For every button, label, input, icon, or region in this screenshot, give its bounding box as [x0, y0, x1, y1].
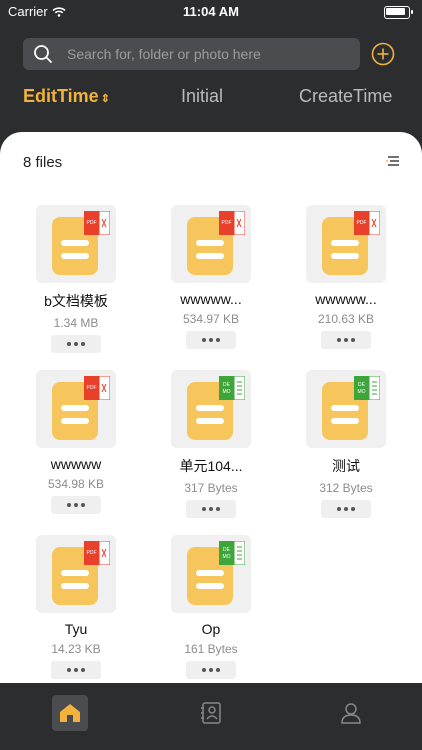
- file-thumbnail[interactable]: DE MO: [171, 370, 251, 448]
- file-thumbnail[interactable]: DE MO: [171, 535, 251, 613]
- file-size: 161 Bytes: [184, 642, 238, 656]
- profile-icon: [341, 703, 361, 724]
- tab-bar: [0, 683, 422, 750]
- file-name: Op: [201, 621, 221, 637]
- file-card[interactable]: PDF Tyu 14.23 KB: [16, 535, 136, 679]
- status-bar: Carrier 11:04 AM: [0, 0, 422, 24]
- demo-badge-icon: DEMO: [219, 376, 245, 400]
- file-size: 534.97 KB: [182, 312, 240, 326]
- more-options-button[interactable]: [51, 335, 101, 353]
- file-size: 534.98 KB: [47, 477, 105, 491]
- tab-edittime[interactable]: EditTime ⇕: [23, 86, 110, 107]
- add-icon[interactable]: [371, 42, 395, 66]
- search-input[interactable]: Search for, folder or photo here: [67, 46, 261, 62]
- clock: 11:04 AM: [183, 4, 239, 19]
- more-options-button[interactable]: [186, 500, 236, 518]
- pdf-badge-icon: PDF: [354, 211, 380, 235]
- file-thumbnail[interactable]: PDF: [36, 535, 116, 613]
- file-card[interactable]: PDF b文档模板 1.34 MB: [16, 205, 136, 353]
- file-card[interactable]: DE MO 测试 312 Bytes: [286, 370, 406, 518]
- more-options-button[interactable]: [321, 331, 371, 349]
- file-size: 210.63 KB: [317, 312, 375, 326]
- home-icon: [60, 704, 80, 722]
- file-size: 317 Bytes: [184, 481, 238, 495]
- sort-toggle-icon: ⇕: [100, 93, 110, 105]
- tab-edittime-label: EditTime: [23, 86, 99, 106]
- file-thumbnail[interactable]: PDF: [306, 205, 386, 283]
- search-icon: [34, 45, 52, 63]
- file-name: wwwww...: [180, 291, 242, 307]
- tab-createtime[interactable]: CreateTime: [299, 86, 392, 107]
- list-view-icon[interactable]: [386, 155, 400, 169]
- file-card[interactable]: PDF wwwww... 210.63 KB: [286, 205, 406, 349]
- file-name: b文档模板: [44, 293, 108, 309]
- svg-text:PDF: PDF: [87, 220, 97, 226]
- search-bar[interactable]: Search for, folder or photo here: [23, 38, 360, 70]
- contacts-icon: [201, 702, 221, 724]
- file-size: 1.34 MB: [53, 316, 99, 330]
- tab-home[interactable]: [52, 695, 88, 731]
- pdf-badge-icon: PDF: [84, 376, 110, 400]
- file-name: 测试: [332, 458, 360, 474]
- more-options-button[interactable]: [51, 661, 101, 679]
- svg-text:MO: MO: [222, 554, 230, 560]
- tab-initial[interactable]: Initial: [181, 86, 223, 107]
- file-card[interactable]: PDF wwwww... 534.97 KB: [151, 205, 271, 349]
- battery-icon: [384, 6, 413, 19]
- pdf-badge-icon: PDF: [84, 211, 110, 235]
- svg-text:PDF: PDF: [357, 220, 367, 226]
- more-options-button[interactable]: [321, 500, 371, 518]
- file-thumbnail[interactable]: PDF: [36, 370, 116, 448]
- svg-text:DE: DE: [223, 547, 231, 553]
- file-thumbnail[interactable]: PDF: [36, 205, 116, 283]
- file-card[interactable]: PDF wwwww 534.98 KB: [16, 370, 136, 514]
- file-size: 312 Bytes: [319, 481, 373, 495]
- file-thumbnail[interactable]: DE MO: [306, 370, 386, 448]
- pdf-badge-icon: PDF: [84, 541, 110, 565]
- tab-contacts[interactable]: [193, 695, 229, 731]
- more-options-button[interactable]: [186, 331, 236, 349]
- tab-profile[interactable]: [333, 695, 369, 731]
- demo-badge-icon: DEMO: [354, 376, 380, 400]
- file-name: Tyu: [64, 621, 88, 637]
- file-name: wwwww: [50, 456, 102, 472]
- svg-text:MO: MO: [222, 389, 230, 395]
- file-size: 14.23 KB: [51, 642, 101, 656]
- file-count: 8 files: [23, 154, 63, 171]
- sort-tabs: EditTime ⇕ Initial CreateTime: [0, 86, 422, 110]
- svg-text:DE: DE: [358, 382, 366, 388]
- pdf-badge-icon: PDF: [219, 211, 245, 235]
- file-thumbnail[interactable]: PDF: [171, 205, 251, 283]
- more-options-button[interactable]: [51, 496, 101, 514]
- file-card[interactable]: DE MO Op 161 Bytes: [151, 535, 271, 679]
- svg-text:PDF: PDF: [87, 550, 97, 556]
- svg-text:PDF: PDF: [222, 220, 232, 226]
- svg-text:MO: MO: [357, 389, 365, 395]
- file-card[interactable]: DE MO 单元104... 317 Bytes: [151, 370, 271, 518]
- file-name: wwwww...: [315, 291, 377, 307]
- more-options-button[interactable]: [186, 661, 236, 679]
- demo-badge-icon: DEMO: [219, 541, 245, 565]
- svg-text:PDF: PDF: [87, 385, 97, 391]
- svg-text:DE: DE: [223, 382, 231, 388]
- file-name: 单元104...: [179, 458, 243, 474]
